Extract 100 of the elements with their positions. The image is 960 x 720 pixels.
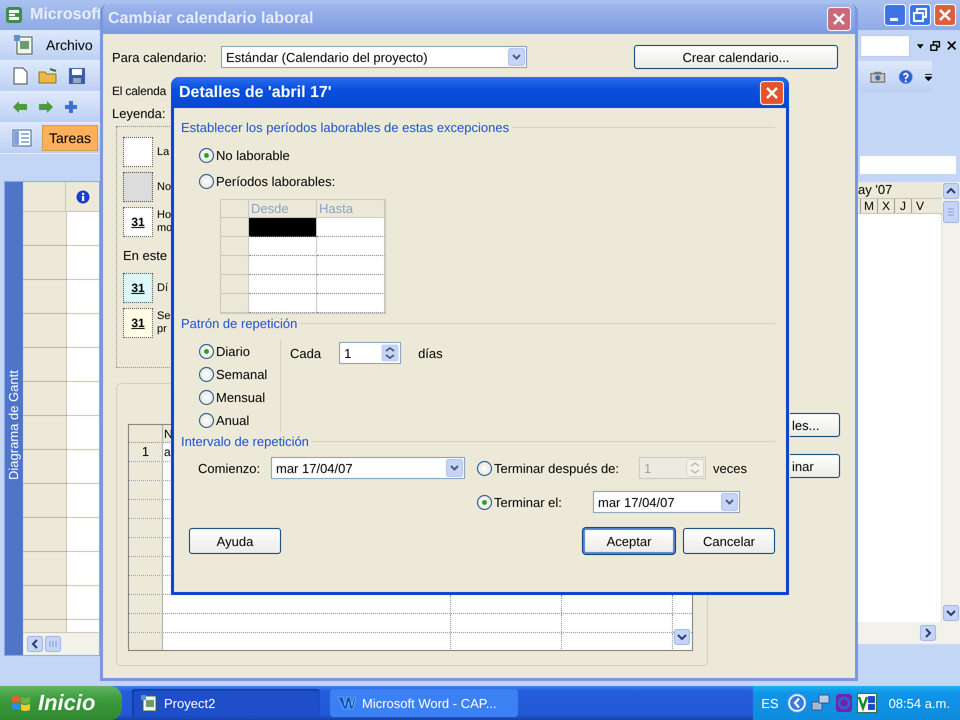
scroll-thumb-icon[interactable] <box>45 636 61 652</box>
view-button[interactable]: Tareas <box>42 125 98 151</box>
app-icon <box>5 6 23 24</box>
table-cell[interactable] <box>249 237 317 256</box>
spinner-arrows-icon <box>686 459 704 477</box>
combo-field[interactable] <box>860 34 910 56</box>
menu-item[interactable]: Archivo <box>46 37 93 53</box>
start-button[interactable]: Inicio <box>0 686 122 720</box>
row-header <box>129 500 163 518</box>
scroll-thumb-icon[interactable] <box>943 201 959 223</box>
scroll-down-icon[interactable] <box>943 605 959 621</box>
scroll-up-icon[interactable] <box>943 183 959 199</box>
view-bar[interactable]: Diagrama de Gantt <box>5 182 23 655</box>
table-cell[interactable] <box>317 294 385 313</box>
text-field[interactable] <box>860 156 956 174</box>
radio-button[interactable]: Terminar el: <box>477 494 593 510</box>
table-cell[interactable] <box>249 294 317 313</box>
dialog-title: Cambiar calendario laboral <box>108 10 314 28</box>
taskbar-button[interactable]: Proyect2 <box>132 689 320 717</box>
legend-swatch: 31 <box>123 273 153 303</box>
legend-text: Dí <box>157 282 168 294</box>
number-field[interactable]: 1 <box>339 342 402 364</box>
row-header <box>129 519 163 537</box>
expand-tray-icon[interactable] <box>786 693 807 713</box>
radio-button[interactable]: Períodos laborables: <box>199 168 775 194</box>
row-header <box>129 462 163 480</box>
row-header: 1 <box>129 443 163 461</box>
vnc-icon[interactable] <box>856 693 877 713</box>
spinner-arrows-icon[interactable] <box>381 344 400 362</box>
dialog-button[interactable]: Ayuda <box>189 528 281 554</box>
radio-button[interactable]: Diario <box>199 340 280 363</box>
create-calendar-button[interactable]: Crear calendario... <box>634 45 838 69</box>
windows-logo-icon <box>10 693 32 713</box>
group-label: Establecer los períodos laborables de estas excepciones <box>181 120 510 134</box>
unit-label: veces <box>713 460 747 476</box>
overflow-icon[interactable] <box>925 72 932 82</box>
plus-icon[interactable] <box>64 100 78 114</box>
scroll-down-icon[interactable] <box>674 629 690 645</box>
timescale-day: J <box>894 199 911 213</box>
back-arrow-icon[interactable] <box>12 100 28 114</box>
dialog-button[interactable]: inar <box>790 454 840 478</box>
timescale-day: V <box>911 199 928 213</box>
restore-icon[interactable] <box>930 40 941 52</box>
legend-heading: En este <box>123 248 168 263</box>
radio-button[interactable]: No laborable <box>199 142 775 168</box>
radio-button[interactable]: Semanal <box>199 363 280 386</box>
row-header <box>129 538 163 556</box>
table-cell[interactable] <box>317 218 385 237</box>
scroll-left-icon[interactable] <box>27 636 43 652</box>
table-cell[interactable] <box>317 256 385 275</box>
close-icon[interactable] <box>946 40 956 51</box>
dialog-button[interactable]: Aceptar <box>583 528 675 554</box>
dropdown-field[interactable]: mar 17/04/07 <box>271 457 465 479</box>
field-label: Para calendario: <box>112 50 208 64</box>
info-icon <box>76 190 90 204</box>
timescale-day: M <box>860 199 877 213</box>
table-cell[interactable] <box>317 275 385 294</box>
dropdown-field[interactable]: Estándar (Calendario del proyecto) <box>221 46 527 68</box>
field-label: Comienzo: <box>198 460 262 476</box>
row-header <box>129 633 163 650</box>
column-header: Desde <box>249 200 317 218</box>
column-header: Hasta <box>317 200 385 218</box>
save-icon[interactable] <box>68 67 86 85</box>
table-cell[interactable] <box>249 218 317 237</box>
table-cell[interactable] <box>317 237 385 256</box>
legend-label: Leyenda: <box>112 106 166 121</box>
row-header <box>129 595 163 613</box>
help-icon[interactable] <box>898 68 914 86</box>
row-header <box>129 557 163 575</box>
legend-swatch: 31 <box>123 207 153 237</box>
group-label: Patrón de repetición <box>181 316 298 330</box>
dialog-button[interactable]: les... <box>790 413 840 437</box>
row-header <box>129 576 163 594</box>
legend-text: Se <box>157 310 170 323</box>
network-icon[interactable] <box>810 693 831 713</box>
legend-text: La <box>157 146 170 158</box>
taskbar-button[interactable]: Microsoft Word - CAP... <box>330 689 518 717</box>
dropdown-field[interactable]: mar 17/04/07 <box>593 491 740 513</box>
dialog-button[interactable]: Cancelar <box>683 528 775 554</box>
legend-swatch <box>123 137 153 167</box>
radio-button[interactable]: Mensual <box>199 386 280 409</box>
timescale-day: X <box>877 199 894 213</box>
folder-icon[interactable] <box>38 67 58 85</box>
row-header <box>129 481 163 499</box>
table-cell[interactable] <box>249 256 317 275</box>
list-view-icon[interactable] <box>12 129 32 147</box>
scroll-right-icon[interactable] <box>920 625 936 641</box>
row-header <box>129 614 163 632</box>
timescale-month: ay '07 <box>858 182 942 198</box>
legend-text: pr <box>157 323 168 336</box>
table-cell[interactable] <box>249 275 317 294</box>
legend-swatch: 31 <box>123 308 153 338</box>
window-title: Microsoft <box>30 6 102 24</box>
minimize-icon[interactable] <box>884 4 906 26</box>
forward-arrow-icon[interactable] <box>38 100 54 114</box>
legend-text: No <box>157 180 172 194</box>
description-text: El calenda <box>112 84 166 98</box>
camera-icon[interactable] <box>870 70 886 84</box>
new-file-icon[interactable] <box>12 67 28 85</box>
document-icon <box>140 694 158 712</box>
